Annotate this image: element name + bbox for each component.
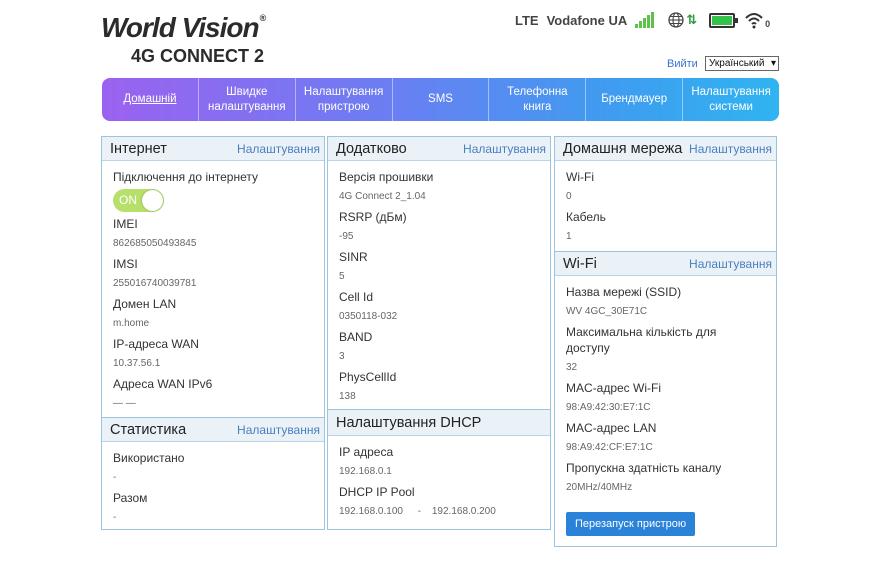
sinr-label: SINR — [339, 250, 368, 264]
globe-icon — [668, 12, 684, 28]
mac-wifi-label: MAC-адрес Wi-Fi — [566, 381, 662, 395]
sinr-value: 5 — [339, 271, 345, 282]
band-label: BAND — [339, 330, 373, 344]
firmware-label: Версія прошивки — [339, 170, 434, 184]
additional-title: Додатково — [336, 140, 407, 157]
internet-panel: Інтернет Налаштування Підключення до інт… — [101, 136, 325, 530]
ssid-value: WV 4GC_30E71C — [566, 306, 648, 317]
total-value: - — [113, 512, 117, 523]
home-network-title: Домашня мережа — [563, 140, 683, 157]
nav-home[interactable]: Домашній — [102, 78, 199, 121]
rsrp-value: -95 — [339, 231, 354, 242]
imei-value: 862685050493845 — [113, 238, 197, 249]
total-label: Разом — [113, 491, 148, 505]
imei-label: IMEI — [113, 217, 138, 231]
nav-system-settings[interactable]: Налаштування системи — [683, 78, 779, 121]
dhcp-ip-label: IP адреса — [339, 445, 394, 459]
lan-domain-value: m.home — [113, 318, 150, 329]
dhcp-ip-value: 192.168.0.1 — [339, 466, 392, 477]
mac-wifi-value: 98:A9:42:30:E7:1C — [566, 402, 651, 413]
wifi-clients-label: Wi-Fi — [566, 170, 594, 184]
nav-device-settings[interactable]: Налаштування пристрою — [296, 78, 393, 121]
ssid-label: Назва мережі (SSID) — [566, 285, 682, 299]
wifi-clients-value: 0 — [566, 191, 572, 202]
wan-ip-value: 10.37.56.1 — [113, 358, 161, 369]
signal-strength-icon — [635, 12, 655, 28]
operator-name: Vodafone UA — [546, 12, 628, 28]
registered-mark: ® — [259, 13, 267, 23]
imsi-label: IMSI — [113, 257, 138, 271]
lan-domain-label: Домен LAN — [113, 297, 177, 311]
internet-settings-link[interactable]: Налаштування — [237, 142, 320, 156]
restart-device-button[interactable]: Перезапуск пристрою — [566, 512, 696, 536]
wifi-title: Wi-Fi — [563, 255, 597, 272]
logo: World Vision® 4G CONNECT 2 — [101, 2, 267, 68]
cable-clients-label: Кабель — [566, 210, 606, 224]
language-select[interactable]: Український — [705, 56, 779, 71]
max-clients-value: 32 — [566, 362, 578, 373]
network-type: LTE — [515, 12, 539, 28]
bandwidth-label: Пропускна здатність каналу — [566, 461, 722, 475]
logo-brand: World Vision — [101, 12, 260, 43]
rsrp-label: RSRP (дБм) — [339, 210, 407, 224]
physcellid-label: PhysCellId — [339, 370, 397, 384]
wifi-icon — [745, 13, 763, 29]
statistics-settings-link[interactable]: Налаштування — [237, 423, 320, 437]
wifi-clients-count: 0 — [765, 19, 771, 29]
dhcp-pool-start: 192.168.0.100 — [339, 506, 403, 517]
statistics-title: Статистика — [110, 421, 187, 438]
cell-id-value: 0350118-032 — [339, 311, 398, 322]
nav-firewall[interactable]: Брендмауер — [586, 78, 684, 121]
additional-panel: Додатково Налаштування Версія прошивки 4… — [327, 136, 551, 530]
wan-ipv6-value: — — — [113, 398, 136, 409]
dhcp-title: Налаштування DHCP — [336, 414, 482, 431]
logo-model: 4G CONNECT 2 — [131, 46, 265, 66]
home-network-panel: Домашня мережа Налаштування Wi-Fi 0 Кабе… — [554, 136, 777, 547]
firmware-value: 4G Connect 2_1.04 — [339, 191, 426, 202]
statistics-header: Статистика Налаштування — [102, 418, 324, 442]
cell-id-label: Cell Id — [339, 290, 374, 304]
dhcp-header: Налаштування DHCP — [328, 410, 550, 436]
wan-ip-label: IP-адреса WAN — [113, 337, 199, 351]
wan-ipv6-label: Адреса WAN IPv6 — [113, 377, 213, 391]
wifi-header: Wi-Fi Налаштування — [555, 252, 776, 276]
bandwidth-value: 20MHz/40MHz — [566, 482, 633, 493]
dhcp-pool-label: DHCP IP Pool — [339, 485, 415, 499]
nav-phonebook[interactable]: Телефонна книга — [489, 78, 587, 121]
status-bar: LTE Vodafone UA ⇅ 0 — [515, 10, 770, 30]
internet-connection-toggle[interactable]: ON — [113, 189, 164, 212]
mac-lan-label: MAC-адрес LAN — [566, 421, 657, 435]
additional-settings-link[interactable]: Налаштування — [463, 142, 546, 156]
data-transfer-icon: ⇅ — [686, 12, 698, 27]
connection-label: Підключення до інтернету — [113, 170, 258, 184]
dhcp-pool-range: 192.168.0.100 - 192.168.0.200 — [339, 504, 550, 520]
nav-sms[interactable]: SMS — [393, 78, 490, 121]
cable-clients-value: 1 — [566, 231, 572, 242]
physcellid-value: 138 — [339, 391, 356, 402]
used-value: - — [113, 472, 117, 483]
band-value: 3 — [339, 351, 345, 362]
internet-title: Інтернет — [110, 140, 167, 157]
imsi-value: 255016740039781 — [113, 278, 197, 289]
battery-icon — [709, 12, 739, 28]
used-label: Використано — [113, 451, 185, 465]
dhcp-pool-end: 192.168.0.200 — [431, 506, 496, 517]
wifi-settings-link[interactable]: Налаштування — [689, 257, 772, 271]
logout-link[interactable]: Вийти — [667, 58, 698, 70]
nav-quick-setup[interactable]: Швидке налаштування — [199, 78, 296, 121]
mac-lan-value: 98:A9:42:CF:E7:1C — [566, 442, 653, 453]
main-nav: Домашній Швидке налаштування Налаштуванн… — [102, 78, 779, 121]
dhcp-pool-dash: - — [417, 506, 422, 517]
max-clients-label: Максимальна кількість для доступу — [566, 325, 717, 355]
home-network-settings-link[interactable]: Налаштування — [689, 142, 772, 156]
